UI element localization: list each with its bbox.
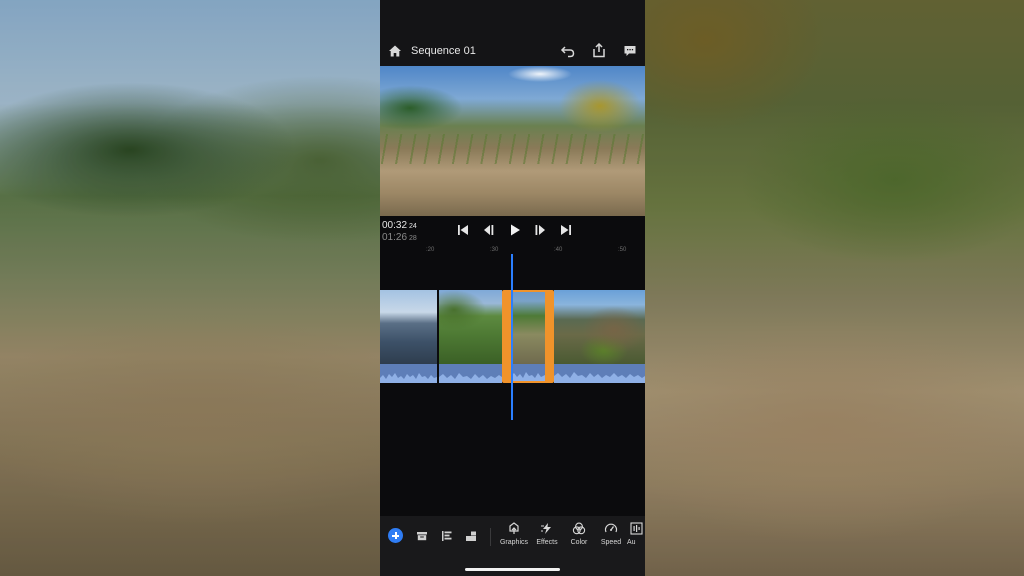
speed-label: Speed bbox=[600, 539, 622, 546]
timeline-clip[interactable] bbox=[439, 290, 502, 383]
effects-icon bbox=[541, 523, 551, 534]
align-icon[interactable] bbox=[441, 529, 453, 541]
clip-thumbnail bbox=[554, 290, 645, 364]
ruler-tick: :40 bbox=[554, 247, 563, 253]
current-frame: 24 bbox=[409, 223, 417, 230]
speed-icon bbox=[604, 523, 618, 533]
graphics-label: Graphics bbox=[499, 539, 528, 546]
ruler-tick: :30 bbox=[490, 247, 499, 253]
home-indicator[interactable] bbox=[465, 568, 560, 571]
blurred-background-left bbox=[0, 0, 380, 576]
audio-waveform bbox=[554, 364, 645, 383]
graphics-icon bbox=[509, 522, 519, 534]
ruler-tick: :50 bbox=[618, 247, 627, 253]
go-to-start-icon[interactable] bbox=[456, 224, 470, 236]
color-tool[interactable]: Color bbox=[563, 522, 595, 546]
layers-icon[interactable] bbox=[465, 529, 477, 541]
go-to-end-icon[interactable] bbox=[559, 224, 573, 236]
current-time: 00:32 bbox=[382, 220, 408, 231]
step-forward-icon[interactable] bbox=[533, 224, 547, 236]
audio-label: Au bbox=[627, 539, 636, 546]
undo-icon[interactable] bbox=[560, 44, 576, 58]
sequence-title: Sequence 01 bbox=[411, 45, 476, 57]
audio-icon bbox=[630, 522, 643, 535]
step-back-icon[interactable] bbox=[482, 224, 496, 236]
share-icon[interactable] bbox=[592, 42, 606, 58]
blurred-background-right bbox=[645, 0, 1024, 576]
duration-frame: 28 bbox=[409, 235, 417, 242]
clip-thumbnail bbox=[380, 290, 437, 364]
clip-selection-handles[interactable] bbox=[502, 290, 554, 383]
home-icon[interactable] bbox=[388, 44, 402, 58]
timeline-clip[interactable] bbox=[554, 290, 645, 383]
color-label: Color bbox=[570, 539, 588, 546]
play-icon[interactable] bbox=[508, 224, 522, 236]
audio-waveform bbox=[380, 364, 437, 383]
ruler-tick: :20 bbox=[426, 247, 435, 253]
effects-tool[interactable]: Effects bbox=[531, 522, 563, 546]
color-icon bbox=[572, 522, 586, 535]
tray-icon[interactable] bbox=[416, 529, 428, 541]
duration-timecode: 01:26 28 bbox=[382, 232, 417, 243]
audio-waveform bbox=[439, 364, 502, 383]
audio-tool[interactable]: Au bbox=[627, 522, 645, 546]
current-timecode: 00:32 24 bbox=[382, 220, 417, 231]
speed-tool[interactable]: Speed bbox=[595, 522, 627, 546]
clip-thumbnail bbox=[439, 290, 502, 364]
toolbar-divider bbox=[490, 528, 491, 546]
phone-screen: Sequence 01 00:32 24 01:26 28 :20 :30 :40 bbox=[380, 0, 645, 576]
top-bar: Sequence 01 bbox=[380, 0, 645, 66]
duration-time: 01:26 bbox=[382, 232, 408, 243]
video-preview[interactable] bbox=[380, 66, 645, 216]
effects-label: Effects bbox=[536, 539, 558, 546]
add-media-button[interactable] bbox=[388, 528, 403, 543]
timeline-clip[interactable] bbox=[380, 290, 437, 383]
graphics-tool[interactable]: Graphics bbox=[498, 522, 530, 546]
comment-icon[interactable] bbox=[623, 44, 637, 58]
playhead[interactable] bbox=[511, 254, 513, 420]
bottom-toolbar: Graphics Effects Color Speed Au bbox=[380, 516, 645, 576]
